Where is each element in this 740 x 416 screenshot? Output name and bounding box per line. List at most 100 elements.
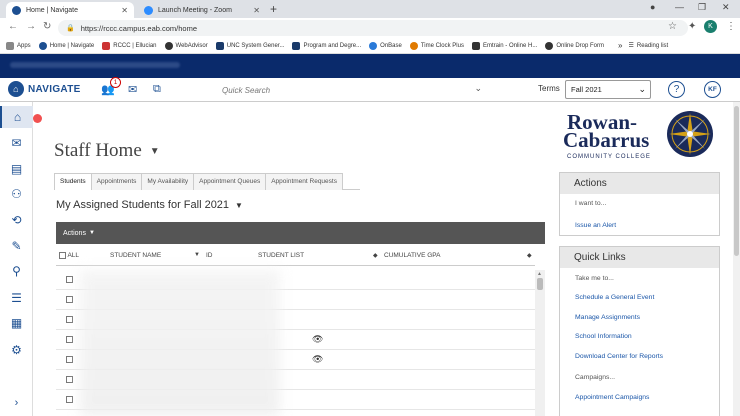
close-window-icon[interactable]: ✕ bbox=[722, 2, 730, 13]
row-checkbox[interactable] bbox=[66, 276, 73, 283]
expand-sidebar-icon[interactable]: › bbox=[0, 392, 33, 414]
star-icon[interactable]: ☆ bbox=[668, 21, 677, 32]
bookmark-item[interactable]: RCCC | Ellucian bbox=[102, 41, 157, 50]
row-checkbox[interactable] bbox=[66, 296, 73, 303]
navigate-logo[interactable]: ⌂ NAVIGATE bbox=[8, 81, 81, 97]
browser-tab-zoom[interactable]: Launch Meeting - Zoom ✕ bbox=[138, 2, 266, 18]
nav-report-icon[interactable]: ▦ bbox=[0, 312, 33, 334]
restore-icon[interactable]: ❐ bbox=[698, 2, 706, 13]
close-tab-icon[interactable]: ✕ bbox=[253, 6, 260, 15]
nav-people-icon[interactable]: ⚇ bbox=[0, 183, 33, 205]
manage-assignments-link[interactable]: Manage Assignments bbox=[575, 314, 640, 321]
col-id[interactable]: ID bbox=[206, 252, 213, 259]
nav-history-icon[interactable]: ⟲ bbox=[0, 209, 33, 231]
select-all[interactable]: ALL bbox=[59, 252, 79, 259]
select-all-checkbox[interactable] bbox=[59, 252, 66, 259]
appointment-campaigns-link[interactable]: Appointment Campaigns bbox=[575, 394, 649, 401]
caret-down-icon[interactable]: ▼ bbox=[235, 201, 243, 210]
nav-gear-icon[interactable]: ⚙ bbox=[0, 339, 33, 361]
scroll-up-icon[interactable]: ▲ bbox=[537, 271, 542, 277]
help-button[interactable]: ? bbox=[668, 81, 685, 98]
college-logo: Rowan- Cabarrus COMMUNITY COLLEGE bbox=[563, 110, 723, 166]
row-checkbox[interactable] bbox=[66, 356, 73, 363]
notification-badge: 1 bbox=[110, 77, 121, 88]
chevron-down-icon[interactable]: ⌄ bbox=[474, 83, 482, 94]
new-tab-button[interactable]: + bbox=[270, 2, 277, 16]
tab-students[interactable]: Students bbox=[54, 173, 92, 190]
assigned-students-heading[interactable]: My Assigned Students for Fall 2021 ▼ bbox=[56, 199, 243, 211]
nav-pin-icon[interactable]: ✎ bbox=[0, 235, 33, 257]
profile-avatar[interactable]: K bbox=[704, 20, 717, 33]
logo-line2: Cabarrus bbox=[563, 128, 650, 152]
browser-tab-navigate[interactable]: Home | Navigate ✕ bbox=[6, 2, 134, 18]
terms-select[interactable]: Fall 2021 ⌄ bbox=[565, 80, 651, 99]
actions-dropdown[interactable]: Actions bbox=[63, 230, 86, 237]
row-checkbox[interactable] bbox=[66, 316, 73, 323]
menu-icon[interactable]: ⋮ bbox=[726, 21, 736, 32]
row-checkbox[interactable] bbox=[66, 376, 73, 383]
scroll-thumb[interactable] bbox=[537, 278, 543, 290]
bookmark-item[interactable]: Home | Navigate bbox=[38, 41, 94, 50]
actions-panel-title: Actions bbox=[560, 173, 719, 194]
nav-mail-icon[interactable]: ✉ bbox=[0, 132, 33, 154]
campaigns-prompt: Campaigns... bbox=[575, 374, 616, 381]
bookmark-item[interactable]: Emtrain - Online H... bbox=[471, 41, 537, 50]
page-title[interactable]: Staff Home ▼ bbox=[54, 140, 160, 162]
emtrain-favicon-icon bbox=[471, 41, 480, 50]
tab-appointments[interactable]: Appointments bbox=[90, 173, 143, 190]
download-center-link[interactable]: Download Center for Reports bbox=[575, 353, 663, 360]
actions-panel: Actions I want to... Issue an Alert bbox=[559, 172, 720, 236]
reading-list-link[interactable]: Reading list bbox=[637, 43, 668, 49]
bookmarks-bar: Apps Home | Navigate RCCC | Ellucian Web… bbox=[0, 38, 740, 54]
caret-down-icon[interactable]: ▼ bbox=[150, 146, 160, 157]
bookmark-item[interactable]: OnBase bbox=[369, 41, 402, 50]
sort-icon[interactable]: ◆ bbox=[527, 252, 532, 259]
quick-search-input[interactable]: Quick Search ⌄ bbox=[222, 83, 482, 97]
mail-icon[interactable]: ✉ bbox=[128, 83, 137, 96]
back-icon[interactable]: ← bbox=[8, 21, 18, 32]
user-avatar[interactable]: KF bbox=[704, 81, 721, 98]
issue-alert-link[interactable]: Issue an Alert bbox=[575, 222, 616, 229]
record-icon[interactable]: ● bbox=[650, 2, 655, 12]
sort-icon[interactable]: ▼ bbox=[194, 252, 200, 258]
caret-down-icon[interactable]: ▼ bbox=[89, 230, 95, 236]
more-bookmarks-icon[interactable]: » bbox=[618, 41, 622, 50]
bookmark-item[interactable]: Program and Degre... bbox=[292, 41, 361, 50]
bookmark-item[interactable]: Online Drop Form bbox=[545, 41, 604, 50]
page-scroll-thumb[interactable] bbox=[734, 106, 739, 256]
bookmark-item[interactable]: WebAdvisor bbox=[164, 41, 208, 50]
page-scrollbar[interactable] bbox=[733, 102, 740, 416]
col-student-name[interactable]: STUDENT NAME bbox=[110, 252, 161, 259]
reload-icon[interactable]: ↻ bbox=[43, 21, 51, 32]
onbase-favicon-icon bbox=[369, 41, 378, 50]
bookmark-apps[interactable]: Apps bbox=[6, 41, 31, 50]
schedule-general-event-link[interactable]: Schedule a General Event bbox=[575, 294, 654, 301]
bookmark-item[interactable]: UNC System Gener... bbox=[215, 41, 284, 50]
lock-icon: 🔒 bbox=[66, 25, 75, 32]
table-scrollbar[interactable]: ▲ bbox=[535, 270, 545, 416]
col-cumulative-gpa[interactable]: CUMULATIVE GPA bbox=[384, 252, 440, 259]
col-student-list[interactable]: STUDENT LIST bbox=[258, 252, 304, 259]
nav-id-card-icon[interactable]: ▤ bbox=[0, 158, 33, 180]
row-checkbox[interactable] bbox=[66, 336, 73, 343]
nav-home-icon[interactable]: ⌂ bbox=[0, 106, 33, 128]
eye-icon[interactable]: 👁 bbox=[312, 334, 323, 345]
nav-search-icon[interactable]: ⚲ bbox=[0, 260, 33, 282]
tab-my-availability[interactable]: My Availability bbox=[141, 173, 195, 190]
tab-appointment-requests[interactable]: Appointment Requests bbox=[265, 173, 343, 190]
flow-diagram-icon[interactable]: ⧉ bbox=[153, 83, 161, 96]
nav-list-icon[interactable]: ☰ bbox=[0, 287, 33, 309]
url-field[interactable]: 🔒 https://rccc.campus.eab.com/home bbox=[58, 20, 688, 36]
reading-list-icon[interactable]: ☰ bbox=[628, 42, 633, 49]
tab-appointment-queues[interactable]: Appointment Queues bbox=[193, 173, 267, 190]
navigate-favicon-icon bbox=[12, 5, 21, 15]
bookmark-item[interactable]: Time Clock Plus bbox=[409, 41, 464, 50]
sort-icon[interactable]: ◆ bbox=[373, 252, 378, 259]
minimize-icon[interactable]: — bbox=[675, 2, 684, 12]
eye-icon[interactable]: 👁 bbox=[312, 354, 323, 365]
school-information-link[interactable]: School Information bbox=[575, 333, 632, 340]
close-tab-icon[interactable]: ✕ bbox=[121, 6, 128, 15]
forward-icon[interactable]: → bbox=[26, 21, 36, 32]
extensions-icon[interactable]: ✦ bbox=[688, 21, 696, 32]
row-checkbox[interactable] bbox=[66, 396, 73, 403]
